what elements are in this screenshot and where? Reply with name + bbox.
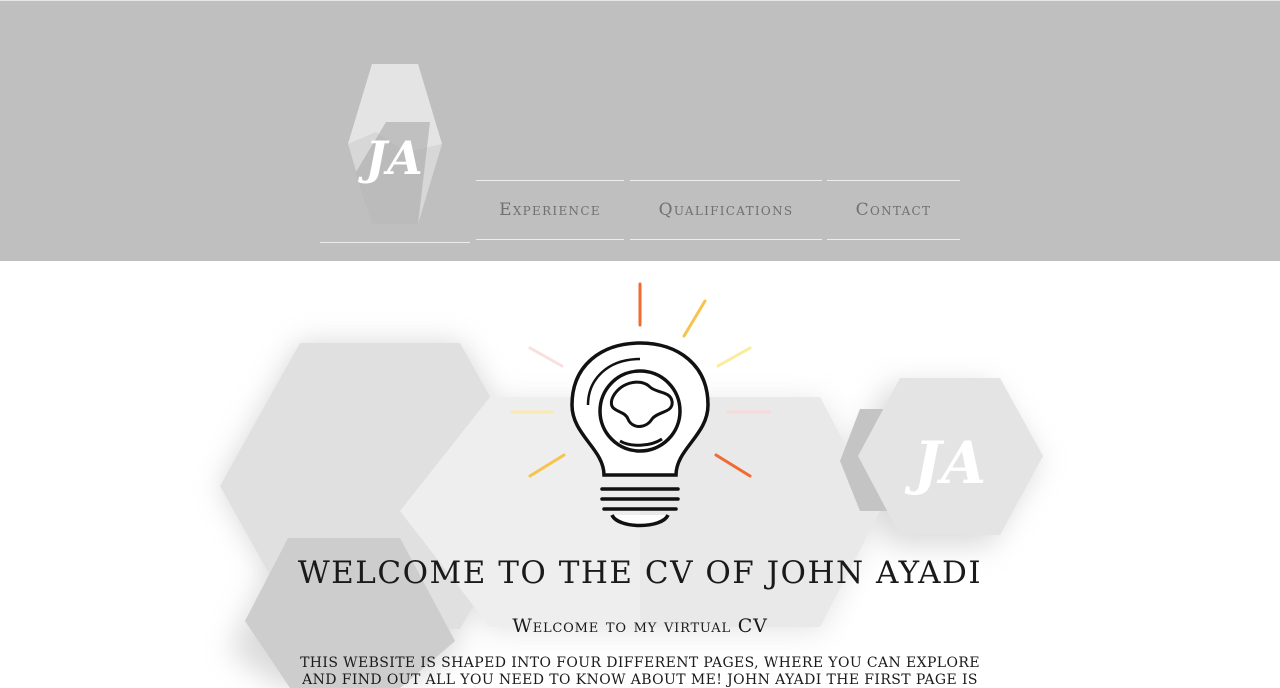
hero-section: JA WELCOME TO THE CV OF JOHN AYADI Welco… <box>0 261 1280 688</box>
site-logo-link[interactable]: JA <box>320 56 470 243</box>
intro-paragraph: This website is shaped into four differe… <box>300 655 980 688</box>
hero-badge-text: JA <box>904 429 986 497</box>
lightbulb-globe-icon <box>510 282 772 528</box>
nav-qualifications[interactable]: Qualifications <box>630 180 822 240</box>
ja-logo-icon: JA <box>348 64 442 224</box>
page-title: WELCOME TO THE CV OF JOHN AYADI <box>297 555 983 591</box>
nav-contact[interactable]: Contact <box>827 180 960 240</box>
logo-text: JA <box>357 131 422 185</box>
page-subtitle: Welcome to my virtual CV <box>512 615 768 637</box>
site-header: JA Experience Qualifications Contact <box>0 0 1280 261</box>
nav-experience[interactable]: Experience <box>476 180 624 240</box>
